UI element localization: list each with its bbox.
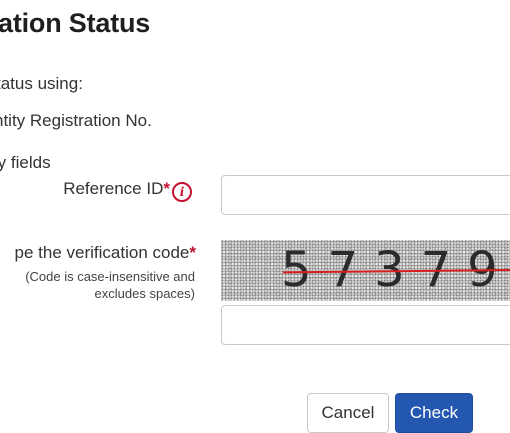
verification-code-hint: (Code is case-insensitive and excludes s… [25, 269, 195, 301]
check-button[interactable]: Check [395, 393, 473, 433]
verification-code-label: pe the verification code* [15, 243, 196, 263]
captcha-image: 57379 [221, 240, 510, 301]
reference-id-label-text: Reference ID [63, 179, 164, 198]
page-title: ation Status [0, 8, 151, 38]
cancel-button[interactable]: Cancel [307, 393, 389, 433]
mandatory-fields-note: ry fields [0, 153, 51, 172]
reference-id-label: Reference ID* i [63, 179, 192, 202]
intro-text-status-using: tatus using: [0, 74, 83, 93]
intro-text-registration-no: ntity Registration No. [0, 111, 152, 130]
info-icon[interactable]: i [172, 182, 192, 202]
verification-code-label-text: pe the verification code [14, 243, 190, 262]
required-asterisk: * [189, 243, 196, 262]
required-asterisk: * [163, 179, 170, 198]
reference-id-input[interactable] [221, 175, 510, 215]
verification-code-input[interactable] [221, 305, 510, 345]
